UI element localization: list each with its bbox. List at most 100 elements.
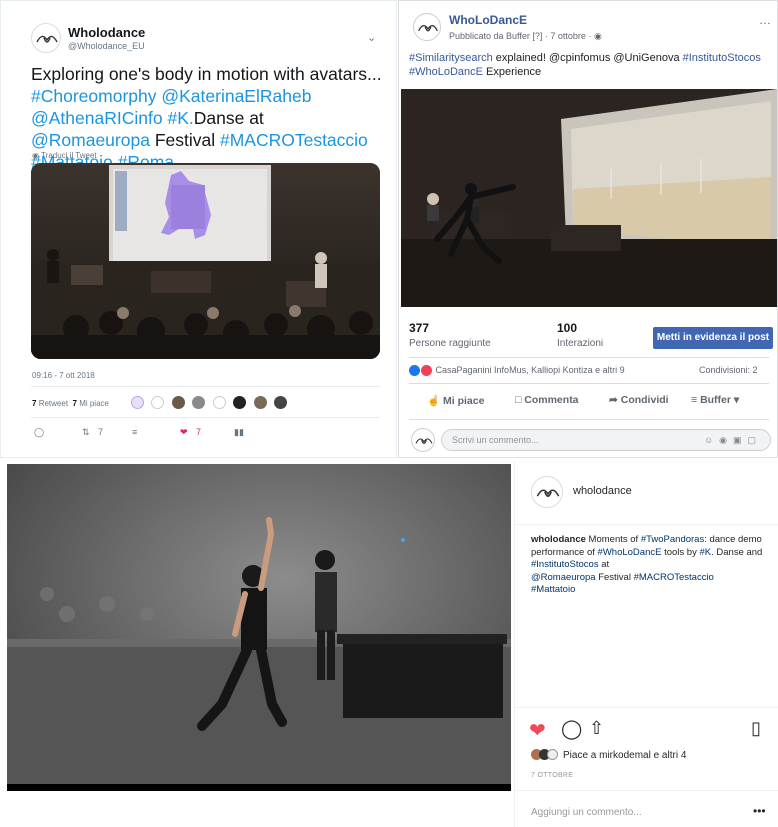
thumbs-up-icon: ☝ (427, 395, 441, 407)
avatar[interactable] (151, 396, 165, 410)
mention-link[interactable]: @AthenaRICinfo (31, 108, 163, 128)
post-photo[interactable] (401, 89, 777, 307)
interactions-label: Interazioni (557, 338, 604, 349)
reach-label: Persone raggiunte (409, 338, 491, 349)
hashtag-link[interactable]: #MACROTestaccio (220, 130, 368, 150)
likes-text: Piace a mirkodemal e altri 4 (563, 750, 687, 761)
share-button[interactable]: ➦ Condividi (609, 394, 669, 406)
analytics-icon[interactable]: ▮▮ (234, 427, 244, 438)
mention-link[interactable]: @Romaeuropa (31, 130, 150, 150)
retweet-count-label[interactable]: Retweet (39, 399, 68, 408)
buffer-icon: ≡ (691, 394, 698, 406)
hashtag-link[interactable]: #MACROTestaccio (634, 572, 714, 583)
tweet-stats: 7 Retweet 7 Mi piace (32, 399, 109, 408)
divider (409, 357, 769, 358)
add-comment-input[interactable]: Aggiungi un commento... (531, 807, 642, 818)
more-options-icon[interactable]: … (759, 13, 771, 27)
reactions-summary[interactable]: CasaPaganini InfoMus, Kalliopi Kontiza e… (409, 365, 625, 377)
post-date[interactable]: 7 OTTOBRE (531, 772, 573, 779)
more-options-icon[interactable]: ••• (753, 804, 766, 818)
tweet-text-part: Danse at (193, 108, 264, 128)
post-text: #Similaritysearch explained! @cpinfomus … (409, 51, 769, 79)
divider (515, 790, 778, 791)
share-label: Condividi (620, 394, 669, 406)
chevron-down-icon[interactable]: ⌄ (367, 31, 376, 44)
share-icon[interactable]: ⇧ (589, 718, 604, 739)
tweet-photo[interactable] (31, 163, 380, 359)
likes-summary[interactable]: Piace a mirkodemal e altri 4 (531, 749, 687, 761)
love-reaction-icon (421, 365, 432, 377)
instagram-photo[interactable] (7, 464, 511, 791)
hashtag-link[interactable]: #InstitutoStocos (531, 559, 599, 570)
post-meta-text: Pubblicato da Buffer [?] · 7 ottobre · (449, 31, 592, 41)
comment-button[interactable]: □ Commenta (515, 394, 579, 406)
hashtag-link[interactable]: #K. (699, 547, 713, 558)
caption-username[interactable]: wholodance (531, 534, 586, 545)
hashtag-link[interactable]: #InstitutoStocos (683, 52, 761, 64)
buffer-icon[interactable]: ≡ (132, 427, 137, 437)
hashtag-link[interactable]: #K. (167, 108, 193, 128)
avatar[interactable] (171, 396, 185, 410)
shares-count[interactable]: Condivisioni: 2 (699, 365, 758, 375)
comment-icon[interactable]: ◯ (561, 718, 582, 741)
user-handle[interactable]: @Wholodance_EU (68, 41, 145, 51)
wholodance-logo-avatar[interactable] (413, 13, 441, 41)
chevron-down-icon[interactable]: ▾ (734, 394, 739, 406)
mention-link[interactable]: @KaterinaElRaheb (161, 86, 311, 106)
like-count[interactable]: 7 (73, 399, 77, 408)
mention-link[interactable]: @Romaeuropa (531, 572, 596, 583)
hashtag-link[interactable]: #TwoPandoras (641, 534, 704, 545)
page-name-link[interactable]: WhoLoDancE (449, 13, 527, 27)
comment-input[interactable]: Scrivi un commento... ☺◉▣▢ (441, 429, 771, 451)
heart-icon[interactable]: ❤ (180, 427, 188, 438)
avatar[interactable] (192, 396, 206, 410)
interactions-count: 100 (557, 321, 578, 335)
commenter-avatar (411, 428, 435, 452)
caption-text-part: Moments of (585, 534, 641, 545)
avatar[interactable] (131, 396, 144, 410)
like-count-label[interactable]: Mi piace (79, 399, 109, 408)
avatar[interactable] (212, 396, 226, 410)
heart-icon[interactable]: ❤ (529, 718, 546, 743)
avatar[interactable] (274, 396, 288, 410)
translate-tweet-link[interactable]: ◉ Traduci il Tweet (32, 151, 97, 160)
buffer-label: Buffer (700, 394, 731, 406)
buffer-button[interactable]: ≡ Buffer ▾ (691, 394, 739, 406)
tweet-timestamp[interactable]: 09:16 - 7 ott 2018 (32, 371, 95, 380)
tweet-text-part: Festival (154, 130, 220, 150)
wholodance-logo-avatar[interactable] (31, 23, 61, 53)
liker-avatars (131, 394, 290, 410)
caption-text-part: Festival (595, 571, 634, 583)
like-button[interactable]: ☝ Mi piace (427, 394, 484, 407)
hashtag-link[interactable]: #Mattatoio (531, 584, 575, 595)
hashtag-link[interactable]: #Choreomorphy (31, 86, 156, 106)
caption-text-part: Danse and (713, 546, 763, 558)
reply-icon[interactable]: ◯ (34, 427, 44, 438)
globe-icon: ◉ (593, 31, 602, 41)
display-name[interactable]: Wholodance (68, 25, 145, 40)
retweet-icon[interactable]: ⇅ (82, 427, 90, 438)
caption-text-part: at (598, 559, 610, 570)
hashtag-link[interactable]: #Similaritysearch (409, 52, 493, 64)
boost-post-button[interactable]: Metti in evidenza il post (653, 327, 773, 349)
hashtag-link[interactable]: #WhoLoDancE (598, 547, 662, 558)
hashtag-link[interactable]: #WhoLoDancE (409, 66, 483, 78)
divider (409, 419, 769, 420)
post-caption: wholodance Moments of #TwoPandoras: danc… (531, 534, 771, 597)
tweet-text-part: Exploring one's body in motion with avat… (31, 64, 382, 84)
instagram-post: wholodance wholodance Moments of #TwoPan… (514, 462, 778, 827)
username-link[interactable]: wholodance (573, 485, 632, 497)
caption-text-part: tools by (661, 546, 700, 558)
divider (409, 383, 769, 384)
avatar[interactable] (233, 396, 247, 410)
comment-attach-icons[interactable]: ☺◉▣▢ (704, 435, 762, 446)
comment-label: Commenta (524, 394, 579, 406)
wholodance-logo-avatar[interactable] (531, 476, 563, 508)
like-label: Mi piace (443, 395, 485, 407)
retweet-count[interactable]: 7 (32, 399, 36, 408)
comment-placeholder: Scrivi un commento... (452, 435, 539, 445)
bookmark-icon[interactable]: ▯ (751, 718, 761, 739)
divider (515, 707, 778, 708)
avatar[interactable] (253, 396, 267, 410)
post-text-part: explained! @cpinfomus @UniGenova (492, 52, 683, 64)
